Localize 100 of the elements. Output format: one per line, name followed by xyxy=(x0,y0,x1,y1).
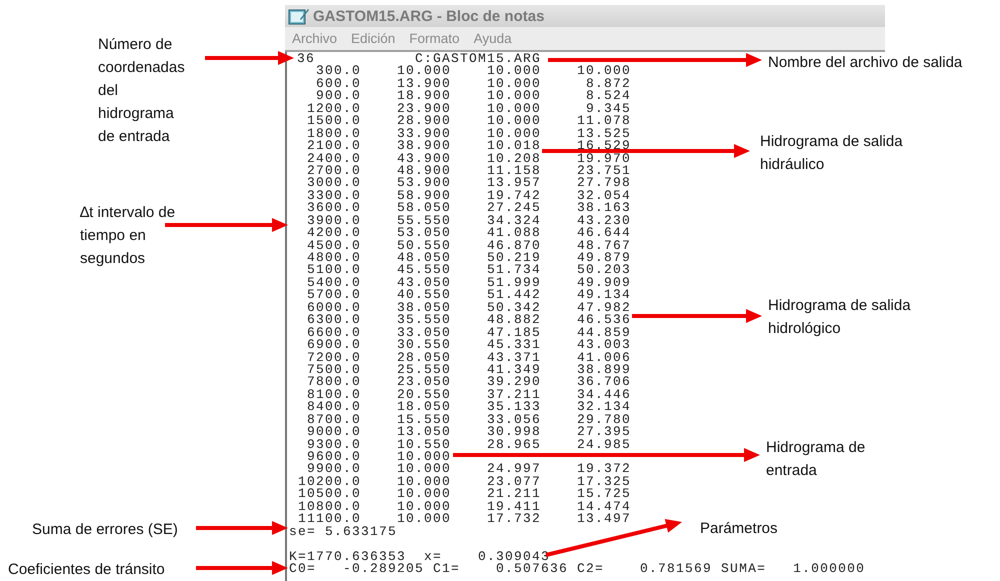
table-cell-text: 900.0 xyxy=(316,90,361,103)
table-cell-text: 27.395 xyxy=(576,426,631,439)
table-cell-text: 38.050 xyxy=(396,302,451,314)
table-cell-text: 19.411 xyxy=(486,500,541,514)
table-cell-text: 6900.0 xyxy=(306,339,361,352)
annotation-label: Hidrograma de salida hidráulico xyxy=(760,132,903,175)
table-cell-text: 4500.0 xyxy=(306,240,361,252)
table-cell-text: 24.985 xyxy=(576,438,631,451)
table-cell-text: 45.550 xyxy=(396,264,451,277)
table-cell-text: 10.000 xyxy=(576,65,631,78)
table-cell-text: 13.525 xyxy=(576,128,631,140)
table-cell-text: 10.000 xyxy=(486,78,541,90)
table-cell-text: 3900.0 xyxy=(306,214,361,228)
table-cell-text: 35.550 xyxy=(396,314,451,327)
table-cell-text: 8.872 xyxy=(584,78,631,90)
table-cell-text: 41.349 xyxy=(486,364,541,376)
table-cell-text: 32.134 xyxy=(576,401,631,414)
table-cell-text: 10.000 xyxy=(486,90,541,103)
menu-item[interactable]: Ayuda xyxy=(474,31,512,46)
table-cell-text: 13.050 xyxy=(396,426,451,439)
table-cell-text: 58.050 xyxy=(396,202,451,215)
table-cell-text: 8.524 xyxy=(584,90,631,103)
table-cell-text: 50.550 xyxy=(396,240,451,252)
annotation-label: Suma de errores (SE) xyxy=(32,520,178,540)
table-cell-text: 19.742 xyxy=(486,190,541,202)
table-cell-text: 4200.0 xyxy=(306,227,361,240)
annotation-label: Coeficientes de tránsito xyxy=(8,560,165,580)
table-cell-text: 9900.0 xyxy=(306,463,361,476)
table-cell-text: 7800.0 xyxy=(306,376,361,389)
annotation-label: Parámetros xyxy=(700,519,778,539)
table-cell-text: 34.324 xyxy=(486,214,541,228)
table-cell-text: 48.767 xyxy=(576,240,631,252)
table-cell-text: 40.550 xyxy=(396,289,451,302)
table-cell-text: 8700.0 xyxy=(306,414,361,426)
table-cell-text: 49.134 xyxy=(576,289,631,302)
table-cell-text: 5700.0 xyxy=(306,289,361,302)
table-cell-text: 8100.0 xyxy=(306,388,361,402)
table-cell-text: 27.245 xyxy=(486,202,541,215)
table-cell-text: 23.050 xyxy=(396,376,451,389)
table-cell-text: 45.331 xyxy=(486,339,541,352)
table-cell-text: 7500.0 xyxy=(306,364,361,376)
menu-item[interactable]: Archivo xyxy=(292,31,338,46)
table-cell-text: 24.997 xyxy=(486,463,541,476)
table-cell-text: 23.077 xyxy=(486,476,541,488)
table-cell-text: 55.550 xyxy=(396,214,451,228)
table-cell-text: 2100.0 xyxy=(306,140,361,152)
table-cell-text: 18.900 xyxy=(396,90,451,103)
window-title: GASTOM15.ARG - Bloc de notas xyxy=(313,8,544,24)
table-cell-text: 11.158 xyxy=(486,164,541,178)
table-cell-text: 51.734 xyxy=(486,264,541,277)
table-cell-text: 50.203 xyxy=(576,264,631,277)
annotation-label: Hidrograma de entrada xyxy=(766,438,866,481)
menu-item[interactable]: Formato xyxy=(409,31,460,46)
table-cell-text: 44.859 xyxy=(576,326,631,340)
table-cell-text: 18.050 xyxy=(396,401,451,414)
table-cell-text: 32.054 xyxy=(576,190,631,202)
table-cell-text: 13.900 xyxy=(396,78,451,90)
table-cell-text: 37.211 xyxy=(486,388,541,402)
table-cell-text: 30.998 xyxy=(486,426,541,439)
table-cell-text: 53.900 xyxy=(396,177,451,190)
table-cell-text: 46.870 xyxy=(486,240,541,252)
table-cell-text: 10.000 xyxy=(486,128,541,140)
table-cell-text: 28.900 xyxy=(396,115,451,128)
table-cell-text: 15.725 xyxy=(576,488,631,501)
table-cell-text: 21.211 xyxy=(486,488,541,501)
annotation-label: Hidrograma de salida hidrológico xyxy=(768,296,911,339)
table-cell-text: 51.442 xyxy=(486,289,541,302)
table-cell-text: 48.050 xyxy=(396,252,451,264)
table-cell-text: 2700.0 xyxy=(306,164,361,178)
table-cell-text: 5400.0 xyxy=(306,276,361,290)
table-cell-text: 10.000 xyxy=(396,463,451,476)
table-cell-text: 5100.0 xyxy=(306,264,361,277)
table-cell-text: 33.050 xyxy=(396,326,451,340)
table-cell-text: 3600.0 xyxy=(306,202,361,215)
table-cell-text: 17.325 xyxy=(576,476,631,488)
table-cell-text: 9300.0 xyxy=(306,438,361,451)
table-cell-text: 51.999 xyxy=(486,276,541,290)
table-cell-text: 43.230 xyxy=(576,214,631,228)
table-cell-text: 10.000 xyxy=(486,115,541,128)
table-cell-text: 50.342 xyxy=(486,302,541,314)
table-cell-text: 30.550 xyxy=(396,339,451,352)
table-cell-text: 9600.0 xyxy=(306,451,361,464)
table-cell-text: 46.536 xyxy=(576,314,631,327)
table-cell-text: 48.900 xyxy=(396,164,451,178)
table-cell-text: 41.006 xyxy=(576,352,631,364)
table-cell-text: 3000.0 xyxy=(306,177,361,190)
menu-item[interactable]: Edición xyxy=(351,31,396,46)
table-cell-text: 14.474 xyxy=(576,500,631,514)
table-cell-text: 10.000 xyxy=(396,513,451,526)
table-cell-text: 17.732 xyxy=(486,513,541,526)
table-cell-text: 48.882 xyxy=(486,314,541,327)
table-cell-text: 10800.0 xyxy=(296,500,361,514)
table-cell-text: 7200.0 xyxy=(306,352,361,364)
table-cell-text: 6300.0 xyxy=(306,314,361,327)
table-cell-text: 1500.0 xyxy=(306,115,361,128)
table-cell-text: 19.372 xyxy=(576,463,631,476)
table-cell-text: 35.133 xyxy=(486,401,541,414)
table-cell-text: 11100.0 xyxy=(296,513,361,526)
table-cell-text: 10.018 xyxy=(486,140,541,152)
table-cell-text: 33.056 xyxy=(486,414,541,426)
